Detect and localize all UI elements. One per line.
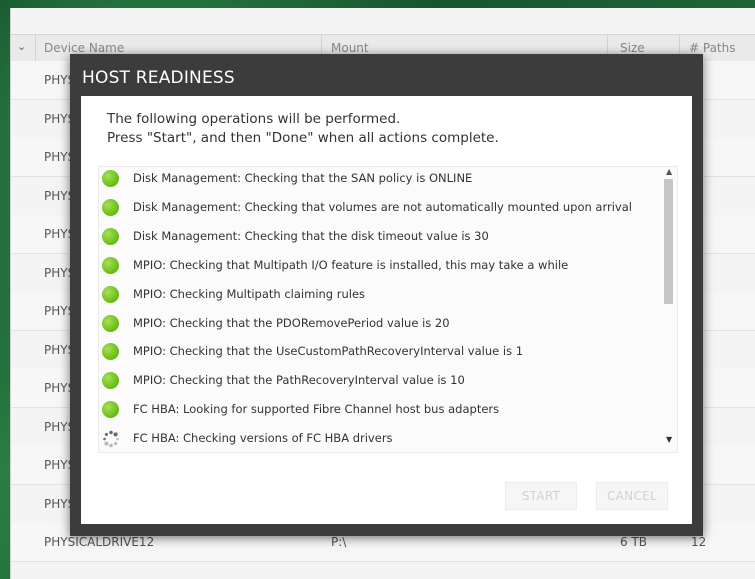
operation-text: MPIO: Checking Multipath claiming rules	[133, 286, 366, 301]
intro-line-2: Press "Start", and then "Done" when all …	[107, 130, 499, 146]
intro-line-1: The following operations will be perform…	[107, 111, 401, 127]
list-item: Disk Management: Checking that the disk …	[99, 225, 649, 249]
list-item: Disk Management: Checking that the SAN p…	[99, 167, 649, 191]
dialog-intro: The following operations will be perform…	[107, 110, 499, 148]
operation-text: Disk Management: Checking that the disk …	[133, 228, 489, 243]
host-readiness-dialog: HOST READINESS The following operations …	[70, 54, 703, 536]
column-mount[interactable]: Mount	[331, 41, 369, 55]
column-device-name[interactable]: Device Name	[44, 41, 124, 55]
list-item: MPIO: Checking that the UseCustomPathRec…	[99, 340, 649, 364]
operation-text: MPIO: Checking that the PathRecoveryInte…	[133, 373, 465, 388]
status-complete-icon	[102, 343, 119, 361]
list-item: MPIO: Checking that the PDORemovePeriod …	[99, 312, 649, 336]
cell-mount: P:\	[331, 535, 347, 549]
cell-name: PHYSICALDRIVE12	[44, 535, 155, 549]
operation-text: MPIO: Checking that the PDORemovePeriod …	[133, 315, 450, 330]
column-paths[interactable]: # Paths	[689, 41, 735, 55]
operation-text: FC HBA: Looking for supported Fibre Chan…	[133, 402, 500, 417]
operation-text: MPIO: Checking that the UseCustomPathRec…	[133, 344, 524, 359]
cancel-button[interactable]: CANCEL	[596, 482, 668, 510]
dialog-body: The following operations will be perform…	[81, 96, 692, 524]
spinner-icon	[103, 430, 119, 448]
operation-text: FC HBA: Checking versions of FC HBA driv…	[133, 431, 393, 446]
column-size[interactable]: Size	[620, 41, 645, 55]
operation-text: Disk Management: Checking that volumes a…	[133, 199, 632, 214]
chevron-down-icon[interactable]: ⌄	[17, 40, 26, 53]
list-item: MPIO: Checking that Multipath I/O featur…	[99, 254, 649, 278]
status-complete-icon	[102, 170, 119, 187]
list-item: Disk Management: Checking that volumes a…	[99, 196, 649, 220]
column-separator	[35, 35, 36, 61]
scroll-down-icon[interactable]: ▼	[666, 435, 672, 444]
status-complete-icon	[102, 227, 119, 245]
status-complete-icon	[102, 401, 119, 419]
list-item: MPIO: Checking Multipath claiming rules	[99, 283, 649, 307]
status-complete-icon	[102, 198, 119, 216]
start-button[interactable]: START	[505, 482, 577, 510]
operation-text: Disk Management: Checking that the SAN p…	[133, 171, 473, 185]
status-complete-icon	[102, 314, 119, 332]
dialog-title: HOST READINESS	[82, 68, 235, 88]
status-complete-icon	[102, 372, 119, 390]
cell-paths: 12	[691, 535, 707, 549]
cell-size: 6 TB	[620, 535, 648, 549]
scrollbar-thumb[interactable]	[664, 179, 673, 304]
list-item: FC HBA: Checking versions of FC HBA driv…	[99, 427, 649, 451]
list-item: FC HBA: Looking for supported Fibre Chan…	[99, 398, 649, 422]
operation-text: MPIO: Checking that Multipath I/O featur…	[133, 257, 569, 272]
status-complete-icon	[102, 285, 119, 303]
status-complete-icon	[102, 256, 119, 274]
operations-list[interactable]: Disk Management: Checking that the SAN p…	[98, 166, 678, 453]
list-item: MPIO: Checking that the PathRecoveryInte…	[99, 369, 649, 393]
scroll-up-icon[interactable]: ▲	[666, 167, 672, 176]
